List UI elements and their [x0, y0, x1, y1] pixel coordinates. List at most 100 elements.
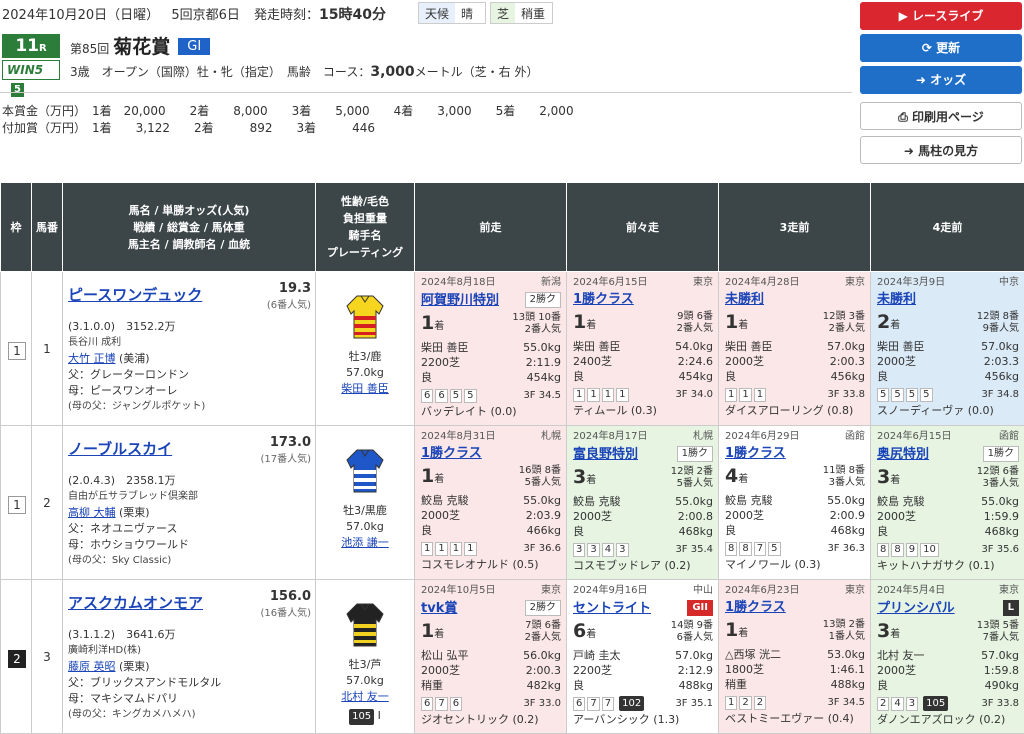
rival-horse: ダイスアローリング (0.8) — [725, 404, 854, 417]
heads-gate: 16頭 8番 — [518, 465, 561, 476]
odds-button[interactable]: ➜ オッズ — [860, 66, 1022, 94]
past-popularity: 5番人気 — [524, 477, 561, 488]
popularity: (17番人気) — [260, 454, 311, 465]
finish-position: 4着 — [725, 465, 749, 487]
past-race-link[interactable]: 奥尻特別 — [877, 447, 929, 462]
past-race: 2024年8月18日 新潟 阿賀野川特別 2勝ク 1着 13頭 10番 2番人気 柴田 善臣 5… — [415, 272, 566, 425]
passing-order: 676 — [421, 696, 464, 711]
past-popularity: 2番人気 — [524, 632, 561, 643]
sire-name: 父：グレーターロンドン — [68, 368, 189, 381]
trainer-link[interactable]: 藤原 英昭 — [68, 660, 116, 673]
horse-record: (2.0.4.3) 2358.1万 — [68, 474, 176, 487]
race-meet: 5回京都6日 — [171, 8, 240, 23]
past-race: 2024年6月15日 函館 奥尻特別 1勝ク 3着 12頭 6番 3番人気 鮫島 克駿 55.0… — [871, 426, 1024, 579]
heads-gate: 11頭 8番 — [822, 465, 865, 476]
sire-name: 父：ブリックスアンドモルタル — [68, 676, 222, 689]
race-live-button[interactable]: ▶ レースライブ — [860, 2, 1022, 30]
past-race-link[interactable]: 未勝利 — [725, 292, 764, 307]
jockey-link[interactable]: 池添 謙一 — [341, 536, 389, 549]
past-race-link[interactable]: 1勝クラス — [421, 446, 482, 461]
past-race-link[interactable]: 1勝クラス — [725, 600, 786, 615]
weather-value: 晴 — [461, 6, 474, 21]
past-race: 2024年3月9日 中京 未勝利 2着 12頭 8番 9番人気 柴田 善臣 57.0kg 200… — [871, 272, 1024, 425]
passing-order: 1111 — [421, 541, 479, 556]
last-3f: 3F 36.6 — [523, 543, 561, 554]
field-info: 7頭 6番 2番人気 — [525, 620, 561, 648]
heads-gate: 14頭 9番 — [670, 620, 713, 631]
sex-age-color: 牡3/鹿 — [348, 350, 382, 363]
past-race-link[interactable]: セントライト — [573, 601, 651, 616]
rating-badge: 102 — [619, 696, 645, 711]
past-race-link[interactable]: 1勝クラス — [725, 446, 786, 461]
last-3f: 3F 34.8 — [981, 389, 1019, 400]
rival-horse: バッデレイト (0.0) — [421, 405, 517, 418]
last-3f: 3F 35.6 — [981, 544, 1019, 555]
passing-order: 111 — [725, 387, 768, 402]
past-race: 2024年4月28日 東京 未勝利 1着 12頭 3番 2番人気 柴田 善臣 57.0kg 20… — [719, 272, 870, 425]
sex-age-color: 牡3/黒鹿 — [343, 504, 387, 517]
race-title: 菊花賞 — [113, 36, 171, 58]
weather-label: 天候 — [419, 3, 456, 23]
last-3f: 3F 33.8 — [981, 698, 1019, 709]
past-race: 2024年10月5日 東京 tvk賞 2勝ク 1着 7頭 6番 2番人気 松山 弘平 56.0k… — [415, 580, 566, 733]
past-race-link[interactable]: tvk賞 — [421, 601, 457, 616]
jockey-cell: 牡3/鹿 57.0kg 柴田 善臣 — [315, 271, 415, 426]
past-race-link[interactable]: 1勝クラス — [573, 292, 634, 307]
last-3f: 3F 34.0 — [675, 389, 713, 400]
header-col-0: 枠 — [0, 182, 32, 272]
horse-row: 1 1 ピースワンデュック 19.3 (6番人気) (3.1.0.0) 3152.2万 長谷… — [0, 271, 1024, 426]
past-date: 2024年6月15日 — [877, 431, 952, 442]
past-popularity: 2番人気 — [676, 323, 713, 334]
horse-info-cell: ノーブルスカイ 173.0 (17番人気) (2.0.4.3) 2358.1万 自由が丘… — [62, 425, 316, 580]
print-page-button[interactable]: ⎙ 印刷用ページ — [860, 102, 1022, 130]
past-track: 函館 — [845, 431, 865, 442]
heads-gate: 13頭 5番 — [976, 620, 1019, 631]
jockey-link[interactable]: 北村 友一 — [341, 690, 389, 703]
trainer-link[interactable]: 高柳 大輔 — [68, 506, 116, 519]
race-header: 2024年10月20日（日曜） 5回京都6日 発走時刻：15時40分 天候晴 芝… — [0, 0, 852, 150]
jockey-silk-icon — [346, 603, 384, 647]
past-date: 2024年8月17日 — [573, 431, 648, 442]
field-info: 13頭 5番 7番人気 — [977, 620, 1019, 648]
header-col-1: 馬番 — [31, 182, 63, 272]
past-race-link[interactable]: 阿賀野川特別 — [421, 293, 499, 308]
last-3f: 3F 34.5 — [523, 390, 561, 401]
field-info: 9頭 6番 2番人気 — [677, 311, 713, 339]
race-conditions: 3歳 オープン（国際）牡・牝（指定） 馬齢 コース：3,000メートル（芝・右 … — [70, 64, 539, 80]
past-date: 2024年8月31日 — [421, 431, 496, 442]
past-track: 新潟 — [541, 277, 561, 288]
past-race-cell: 2024年3月9日 中京 未勝利 2着 12頭 8番 9番人気 柴田 善臣 57.0kg 200… — [870, 271, 1024, 426]
past-track: 東京 — [541, 585, 561, 596]
owner-name: 長谷川 成利 — [68, 337, 122, 348]
waku-number: 2 — [8, 650, 26, 668]
past-race: 2024年6月29日 函館 1勝クラス 4着 11頭 8番 3番人気 鮫島 克駿 55.0kg… — [719, 426, 870, 579]
field-info: 13頭 10番 2番人気 — [512, 312, 561, 340]
past-race-cell: 2024年5月4日 東京 プリンシパル L 3着 13頭 5番 7番人気 北村 友一 57.0k… — [870, 579, 1024, 734]
dam-name: 母：ピースワンオーレ — [68, 384, 178, 397]
trainer-link[interactable]: 大竹 正博 — [68, 352, 116, 365]
win-odds: 173.0 (17番人気) — [260, 435, 311, 465]
heads-gate: 13頭 10番 — [512, 312, 561, 323]
header-col-5: 前々走 — [566, 182, 719, 272]
past-date: 2024年6月29日 — [725, 431, 800, 442]
jockey-link[interactable]: 柴田 善臣 — [341, 382, 389, 395]
past-popularity: 3番人気 — [828, 477, 865, 488]
surface-label: 芝 — [491, 3, 516, 23]
past-race: 2024年5月4日 東京 プリンシパル L 3着 13頭 5番 7番人気 北村 友一 57.0k… — [871, 580, 1024, 733]
passing-order: 6 7 7 102 — [573, 696, 645, 711]
past-race-link[interactable]: 未勝利 — [877, 292, 916, 307]
trainer-line: 高柳 大輔 (栗東) — [68, 506, 150, 519]
waku-number: 1 — [8, 496, 26, 514]
start-time: 15時40分 — [319, 7, 386, 23]
heads-gate: 7頭 6番 — [525, 620, 561, 631]
added-prize: 付加賞（万円） 1着 3,122 2着 892 3着 446 — [2, 121, 376, 135]
past-race-link[interactable]: 富良野特別 — [573, 447, 638, 462]
rating-badge: 105 — [923, 696, 949, 711]
guide-button[interactable]: ➜ 馬柱の見方 — [860, 136, 1022, 164]
past-race-link[interactable]: プリンシパル — [877, 601, 955, 616]
horse-info-cell: アスクカムオンモア 156.0 (16番人気) (3.1.1.2) 3641.6万 廣崎… — [62, 579, 316, 734]
refresh-button[interactable]: ⟳ 更新 — [860, 34, 1022, 62]
past-race-cell: 2024年8月31日 札幌 1勝クラス 1着 16頭 8番 5番人気 鮫島 克駿 55.0kg… — [414, 425, 567, 580]
header-col-6: 3走前 — [718, 182, 871, 272]
dam-name: 母：ホウショウワールド — [68, 538, 189, 551]
